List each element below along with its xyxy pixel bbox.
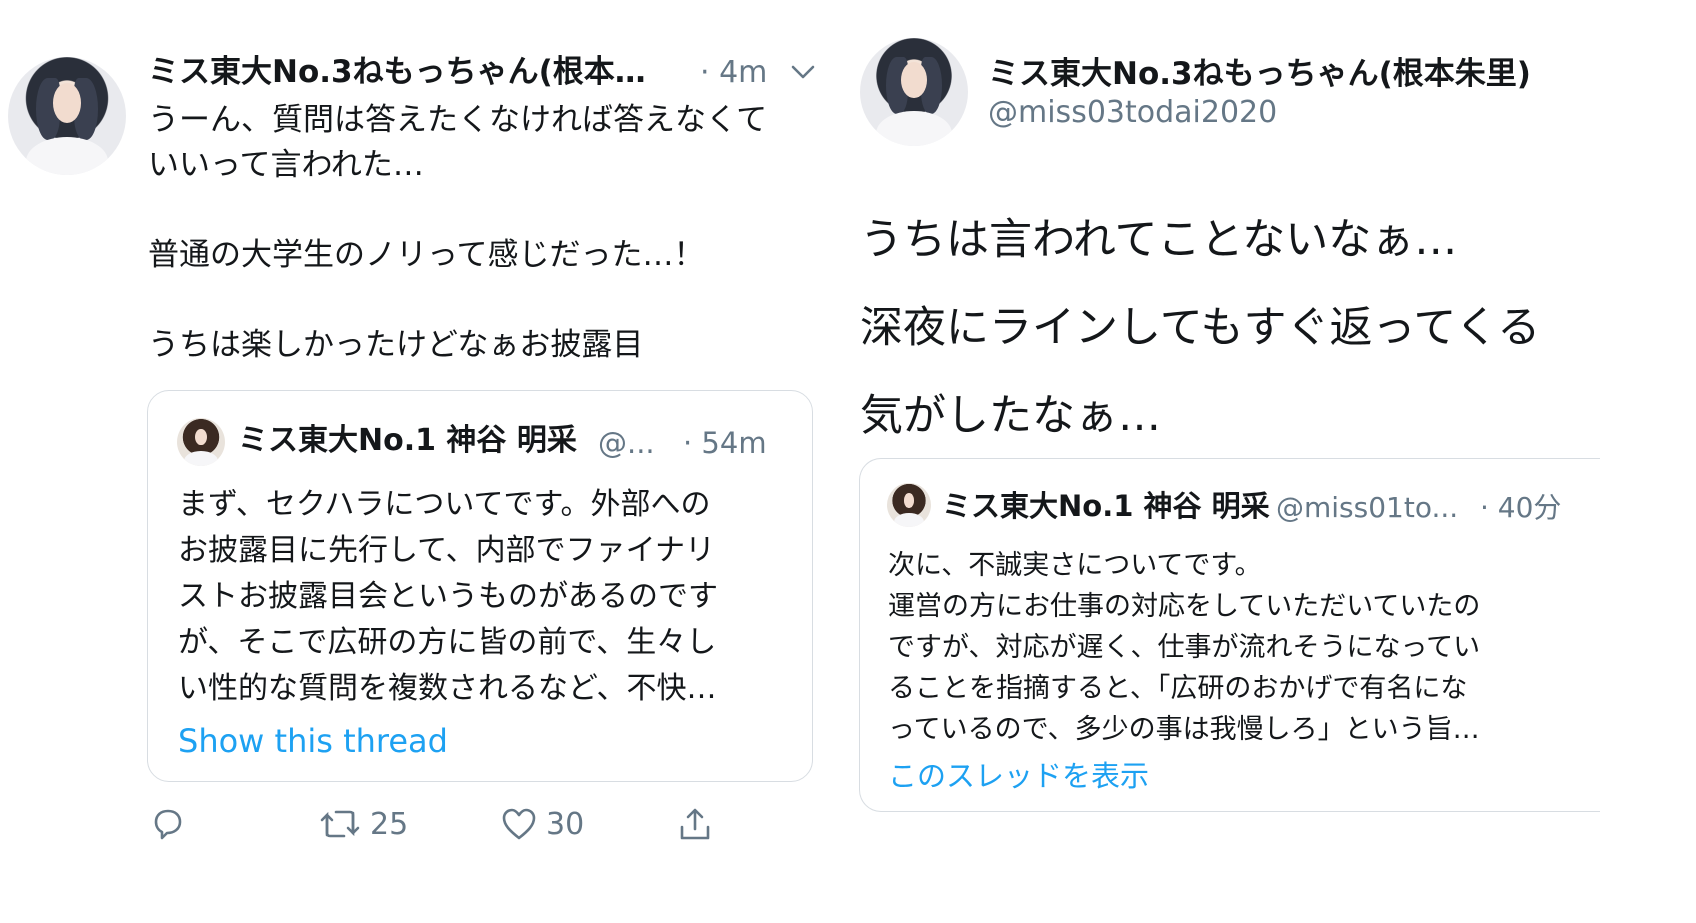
quoted-handle: @... <box>598 426 655 460</box>
tweet-time[interactable]: · 4m <box>700 54 767 92</box>
quoted-time[interactable]: · 40分 <box>1480 490 1561 526</box>
share-icon <box>676 805 714 843</box>
show-thread-link[interactable]: Show this thread <box>178 721 448 761</box>
quoted-author-name[interactable]: ミス東大No.1 神谷 明采 <box>238 422 577 460</box>
quoted-handle: @miss01to... <box>1276 491 1459 524</box>
avatar[interactable] <box>177 418 225 466</box>
quoted-time[interactable]: · 54m <box>683 424 767 462</box>
like-button[interactable]: 30 <box>500 806 584 842</box>
quoted-text: まず、セクハラについてです。外部への お披露目に先行して、内部でファイナリ スト… <box>178 487 718 706</box>
retweet-icon <box>318 805 362 843</box>
quoted-author-name[interactable]: ミス東大No.1 神谷 明采 <box>942 488 1270 524</box>
author-name[interactable]: ミス東大No.3ねもっちゃん(根本朱里) <box>988 54 1531 94</box>
chevron-down-icon[interactable] <box>790 64 816 82</box>
reply-button[interactable] <box>148 805 186 843</box>
retweet-button[interactable]: 25 <box>318 805 408 843</box>
avatar[interactable] <box>8 57 126 175</box>
tweet-actions: 25 30 <box>148 802 748 846</box>
like-count: 30 <box>546 806 585 842</box>
author-name[interactable]: ミス東大No.3ねもっちゃん(根本… <box>148 52 688 92</box>
retweet-count: 25 <box>370 806 409 842</box>
share-button[interactable] <box>676 805 714 843</box>
show-thread-link[interactable]: このスレッドを表示 <box>888 757 1149 795</box>
avatar[interactable] <box>887 483 931 527</box>
tweet-text: うーん、質問は答えたくなければ答えなくて いいって言われた… 普通の大学生のノリ… <box>148 102 768 363</box>
avatar[interactable] <box>860 38 968 146</box>
like-icon <box>500 806 538 842</box>
quoted-tweet[interactable]: ミス東大No.1 神谷 明采 @miss01to... · 40分 次に、不誠実… <box>859 458 1600 812</box>
reply-icon <box>148 805 186 843</box>
tweet-text: うちは言われてことないなぁ… 深夜にラインしてもすぐ返ってくる 気がしたなぁ… <box>860 215 1541 441</box>
quoted-text: 次に、不誠実さについてです。 運営の方にお仕事の対応をしていただいていたの です… <box>888 550 1481 745</box>
quoted-tweet[interactable]: ミス東大No.1 神谷 明采 @... · 54m まず、セクハラについてです。… <box>147 390 813 782</box>
author-handle[interactable]: @miss03todai2020 <box>988 94 1277 132</box>
